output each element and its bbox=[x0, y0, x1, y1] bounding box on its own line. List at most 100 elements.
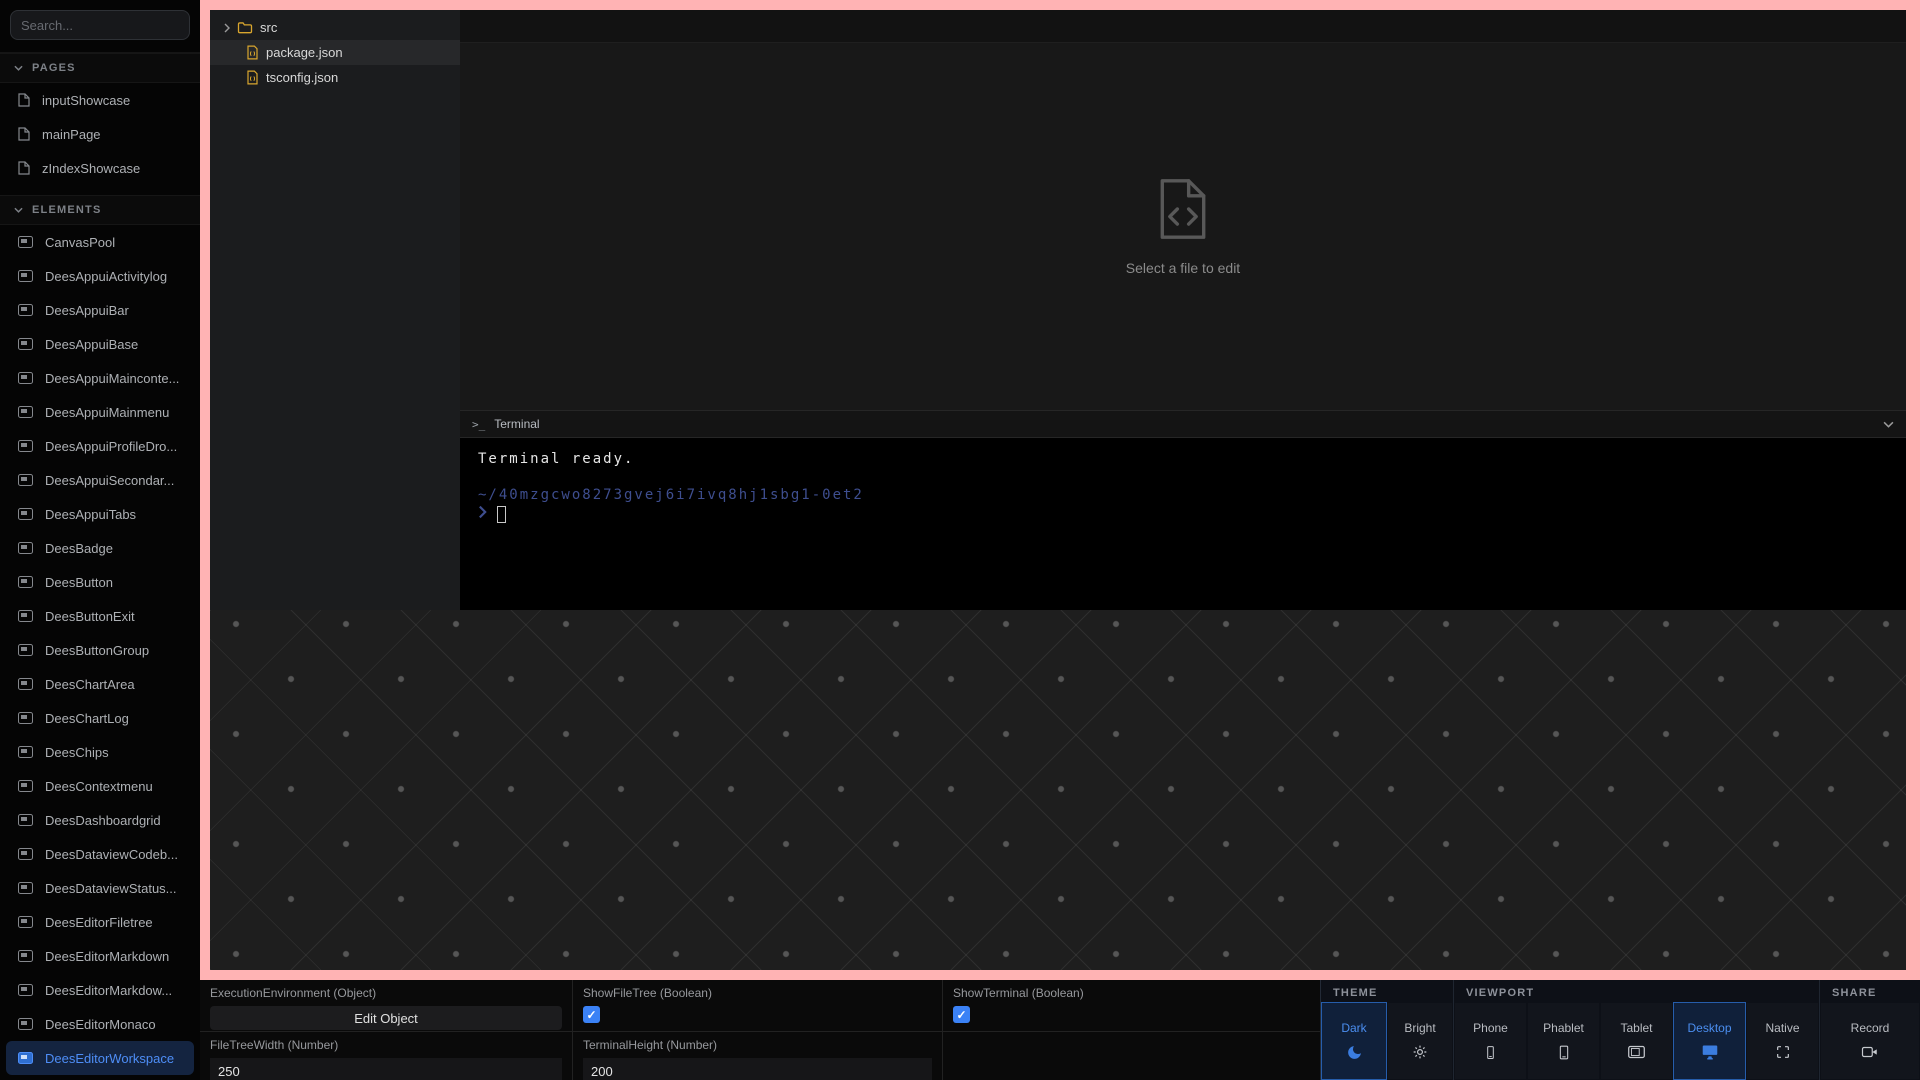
record-button[interactable]: Record bbox=[1820, 1002, 1920, 1080]
sidebar-item-label: DeesBadge bbox=[45, 541, 113, 556]
chevron-down-icon bbox=[14, 204, 23, 216]
filetree-row-tsconfig.json[interactable]: tsconfig.json bbox=[210, 65, 460, 90]
file-tree: src package.json bbox=[210, 10, 460, 610]
sidebar-item-zIndexShowcase[interactable]: zIndexShowcase bbox=[6, 151, 194, 185]
sidebar-item-DeesAppuiMainmenu[interactable]: DeesAppuiMainmenu bbox=[6, 395, 194, 429]
sidebar-item-inputShowcase[interactable]: inputShowcase bbox=[6, 83, 194, 117]
sidebar-item-DeesContextmenu[interactable]: DeesContextmenu bbox=[6, 769, 194, 803]
prop-label: TerminalHeight (Number) bbox=[583, 1038, 932, 1052]
filetree-row-src[interactable]: src bbox=[210, 15, 460, 40]
component-icon bbox=[18, 338, 33, 350]
sidebar-item-DeesDataviewStatus[interactable]: DeesDataviewStatus... bbox=[6, 871, 194, 905]
desktop-icon bbox=[1701, 1043, 1719, 1061]
component-icon bbox=[18, 780, 33, 792]
sidebar-item-DeesEditorMarkdow[interactable]: DeesEditorMarkdow... bbox=[6, 973, 194, 1007]
sidebar-item-DeesAppuiMainconte[interactable]: DeesAppuiMainconte... bbox=[6, 361, 194, 395]
phone-icon bbox=[1483, 1043, 1498, 1061]
component-icon bbox=[18, 304, 33, 316]
sidebar-item-label: DeesChartLog bbox=[45, 711, 129, 726]
show-terminal-checkbox[interactable] bbox=[953, 1006, 970, 1023]
prop-file-tree-width: FileTreeWidth (Number) bbox=[200, 1032, 573, 1080]
sidebar-item-DeesButton[interactable]: DeesButton bbox=[6, 565, 194, 599]
page-icon bbox=[18, 93, 30, 107]
component-icon bbox=[18, 916, 33, 928]
sidebar-item-label: DeesAppuiTabs bbox=[45, 507, 136, 522]
sidebar-item-DeesButtonExit[interactable]: DeesButtonExit bbox=[6, 599, 194, 633]
sidebar-item-DeesAppuiBase[interactable]: DeesAppuiBase bbox=[6, 327, 194, 361]
component-icon bbox=[18, 712, 33, 724]
toolbar-option-label: Tablet bbox=[1620, 1021, 1652, 1035]
sidebar-item-DeesEditorMonaco[interactable]: DeesEditorMonaco bbox=[6, 1007, 194, 1041]
sidebar-item-DeesEditorFiletree[interactable]: DeesEditorFiletree bbox=[6, 905, 194, 939]
sidebar-item-label: DeesAppuiMainconte... bbox=[45, 371, 179, 386]
prop-label: ShowTerminal (Boolean) bbox=[953, 986, 1310, 1000]
moon-icon bbox=[1346, 1043, 1363, 1061]
sidebar-item-DeesAppuiProfileDro[interactable]: DeesAppuiProfileDro... bbox=[6, 429, 194, 463]
terminal-title: Terminal bbox=[494, 417, 539, 431]
sidebar-item-label: DeesEditorMonaco bbox=[45, 1017, 156, 1032]
sidebar-item-mainPage[interactable]: mainPage bbox=[6, 117, 194, 151]
component-icon bbox=[18, 508, 33, 520]
component-icon bbox=[18, 950, 33, 962]
sidebar-item-DeesEditorMarkdown[interactable]: DeesEditorMarkdown bbox=[6, 939, 194, 973]
component-sidebar: PAGES inputShowcase mainPage bbox=[0, 0, 200, 1080]
sidebar-item-label: mainPage bbox=[42, 127, 101, 142]
edit-object-button[interactable]: Edit Object bbox=[210, 1006, 562, 1030]
phablet-button[interactable]: Phablet bbox=[1527, 1002, 1600, 1080]
prop-label: FileTreeWidth (Number) bbox=[210, 1038, 562, 1052]
desktop-button[interactable]: Desktop bbox=[1673, 1002, 1746, 1080]
show-file-tree-checkbox[interactable] bbox=[583, 1006, 600, 1023]
chevron-down-icon bbox=[14, 62, 23, 74]
filetree-row-package.json[interactable]: package.json bbox=[210, 40, 460, 65]
toolbar-option-label: Phone bbox=[1473, 1021, 1508, 1035]
sidebar-item-label: DeesDataviewStatus... bbox=[45, 881, 177, 896]
prompt-chevron-icon bbox=[478, 505, 487, 523]
sidebar-item-DeesBadge[interactable]: DeesBadge bbox=[6, 531, 194, 565]
search-input[interactable] bbox=[10, 10, 190, 40]
sidebar-item-DeesEditorWorkspace[interactable]: DeesEditorWorkspace bbox=[6, 1041, 194, 1075]
file-tree-width-input[interactable] bbox=[210, 1058, 562, 1080]
prop-execution-environment: ExecutionEnvironment (Object) Edit Objec… bbox=[200, 980, 573, 1032]
terminal-height-input[interactable] bbox=[583, 1058, 932, 1080]
sidebar-item-DeesAppuiActivitylog[interactable]: DeesAppuiActivitylog bbox=[6, 259, 194, 293]
component-icon bbox=[18, 270, 33, 282]
sidebar-item-DeesChartArea[interactable]: DeesChartArea bbox=[6, 667, 194, 701]
sidebar-item-label: zIndexShowcase bbox=[42, 161, 140, 176]
terminal-body[interactable]: Terminal ready. ~/40mzgcwo8273gvej6i7ivq… bbox=[460, 438, 1906, 610]
sidebar-item-label: DeesAppuiBase bbox=[45, 337, 138, 352]
terminal-collapse-button[interactable] bbox=[1883, 421, 1894, 428]
section-header[interactable]: ELEMENTS bbox=[0, 195, 200, 225]
component-icon bbox=[18, 440, 33, 452]
sidebar-section: ELEMENTS CanvasPool DeesAppuiActivitylog bbox=[0, 195, 200, 1075]
sidebar-item-DeesChips[interactable]: DeesChips bbox=[6, 735, 194, 769]
terminal-prompt-row bbox=[478, 505, 1888, 523]
toolbar-section-share: SHARE Record bbox=[1819, 980, 1920, 1080]
component-icon bbox=[18, 474, 33, 486]
bright-button[interactable]: Bright bbox=[1387, 1002, 1453, 1080]
json-file-icon bbox=[246, 70, 259, 85]
sidebar-item-label: CanvasPool bbox=[45, 235, 115, 250]
empty-state-text: Select a file to edit bbox=[1126, 260, 1240, 276]
prop-terminal-height: TerminalHeight (Number) bbox=[573, 1032, 943, 1080]
sidebar-item-DeesButtonGroup[interactable]: DeesButtonGroup bbox=[6, 633, 194, 667]
section-header[interactable]: PAGES bbox=[0, 53, 200, 83]
sidebar-item-DeesAppuiTabs[interactable]: DeesAppuiTabs bbox=[6, 497, 194, 531]
dark-button[interactable]: Dark bbox=[1321, 1002, 1387, 1080]
sun-icon bbox=[1412, 1043, 1428, 1061]
filetree-row-label: package.json bbox=[266, 45, 343, 60]
sidebar-item-DeesDashboardgrid[interactable]: DeesDashboardgrid bbox=[6, 803, 194, 837]
sidebar-item-DeesAppuiSecondar[interactable]: DeesAppuiSecondar... bbox=[6, 463, 194, 497]
sidebar-item-label: DeesAppuiProfileDro... bbox=[45, 439, 177, 454]
component-icon bbox=[18, 848, 33, 860]
native-button[interactable]: Native bbox=[1746, 1002, 1819, 1080]
filetree-row-label: tsconfig.json bbox=[266, 70, 338, 85]
sidebar-item-DeesAppuiBar[interactable]: DeesAppuiBar bbox=[6, 293, 194, 327]
component-icon bbox=[18, 610, 33, 622]
sidebar-item-CanvasPool[interactable]: CanvasPool bbox=[6, 225, 194, 259]
sidebar-item-DeesDataviewCodeb[interactable]: DeesDataviewCodeb... bbox=[6, 837, 194, 871]
phone-button[interactable]: Phone bbox=[1454, 1002, 1527, 1080]
demo-frame: src package.json bbox=[200, 0, 1920, 980]
tablet-button[interactable]: Tablet bbox=[1600, 1002, 1673, 1080]
component-icon bbox=[18, 1018, 33, 1030]
sidebar-item-DeesChartLog[interactable]: DeesChartLog bbox=[6, 701, 194, 735]
